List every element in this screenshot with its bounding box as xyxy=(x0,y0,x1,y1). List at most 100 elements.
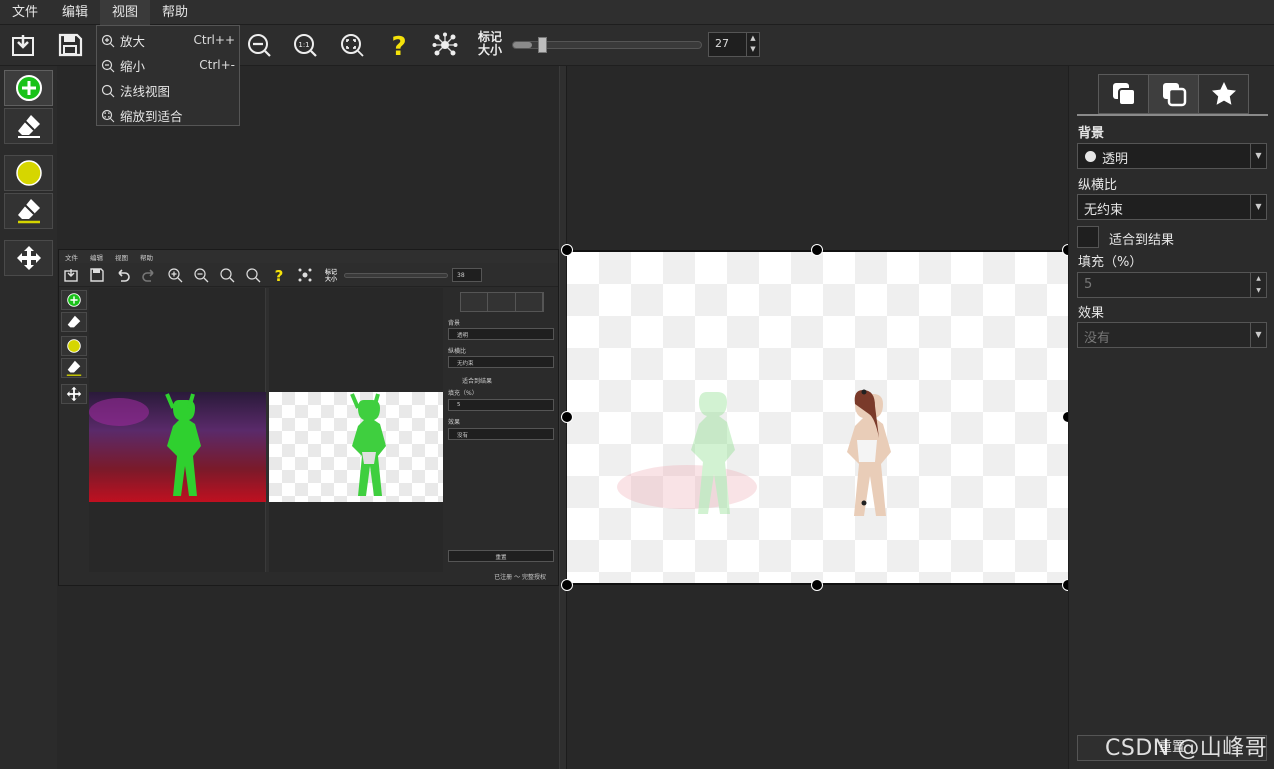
marker-size-spinbox[interactable]: 27 ▲ ▼ xyxy=(708,32,760,57)
chevron-down-icon[interactable]: ▼ xyxy=(1250,195,1266,219)
import-button[interactable] xyxy=(8,30,38,60)
background-select[interactable]: 透明 ▼ xyxy=(1077,143,1267,169)
erase-foreground-button[interactable] xyxy=(4,108,53,144)
move-button[interactable] xyxy=(4,240,53,276)
zoom-fit-icon xyxy=(341,34,364,57)
menu-item-label: 放大 xyxy=(120,34,146,49)
network-button[interactable] xyxy=(430,30,460,60)
menu-edit[interactable]: 编辑 xyxy=(50,0,100,25)
embedded-tool-bg xyxy=(61,336,87,356)
resize-handle-l[interactable] xyxy=(561,411,573,423)
menu-view[interactable]: 视图 xyxy=(100,0,151,25)
menu-item-zoom-out[interactable]: 缩小 Ctrl+- xyxy=(97,53,239,78)
menu-file[interactable]: 文件 xyxy=(0,0,50,25)
embedded-fill-label: 填充（%） xyxy=(448,390,478,397)
resize-handle-bl[interactable] xyxy=(561,579,573,591)
embedded-save-icon xyxy=(90,268,104,282)
spin-arrows[interactable]: ▲ ▼ xyxy=(1250,273,1266,297)
resize-handle-b[interactable] xyxy=(811,579,823,591)
embedded-effect-label: 效果 xyxy=(448,419,461,426)
resize-handle-tl[interactable] xyxy=(561,244,573,256)
embedded-fit-label: 适合到结果 xyxy=(462,378,493,385)
embedded-menu-view: 视图 xyxy=(115,253,128,262)
embedded-result-figure xyxy=(350,393,386,496)
marker-size-value: 27 xyxy=(715,37,729,50)
embedded-undo-icon xyxy=(118,269,130,282)
result-canvas[interactable] xyxy=(567,250,1068,585)
zoom-in-icon xyxy=(101,34,115,47)
marker-size-slider[interactable] xyxy=(512,37,702,53)
embedded-menu-help: 帮助 xyxy=(140,253,153,262)
help-button[interactable]: ? xyxy=(384,30,414,60)
embedded-zoom-actual-icon xyxy=(220,268,235,283)
properties-panel: 背景 透明 ▼ 纵横比 无约束 ▼ 适合到结果 填充（%） 5 ▲ ▼ 效果 没有… xyxy=(1068,66,1274,769)
embedded-redo-icon xyxy=(142,269,154,282)
effect-select[interactable]: 没有 ▼ xyxy=(1077,322,1267,348)
menu-item-zoom-fit[interactable]: 缩放到适合 xyxy=(97,103,239,128)
mark-foreground-button[interactable] xyxy=(4,70,53,106)
svg-text:?: ? xyxy=(275,267,284,283)
move-icon xyxy=(16,246,41,270)
fill-spinbox[interactable]: 5 ▲ ▼ xyxy=(1077,272,1267,298)
embedded-aspect-value: 无约束 xyxy=(448,356,554,368)
svg-text:1:1: 1:1 xyxy=(298,41,309,49)
spin-arrows[interactable]: ▲ ▼ xyxy=(746,33,759,56)
tab-layers[interactable] xyxy=(1099,75,1149,113)
embedded-green-marked-figure xyxy=(89,393,201,496)
marker-size-label: 标记 大小 xyxy=(478,30,503,57)
menu-item-zoom-in[interactable]: 放大 Ctrl++ xyxy=(97,28,239,53)
fill-value: 5 xyxy=(1084,277,1093,292)
aspect-select[interactable]: 无约束 ▼ xyxy=(1077,194,1267,220)
help-icon: ? xyxy=(391,32,406,58)
eraser-icon xyxy=(17,115,40,138)
fit-to-result-checkbox[interactable] xyxy=(1077,226,1099,248)
spin-up-icon[interactable]: ▲ xyxy=(747,33,759,44)
copy-layers-icon xyxy=(1112,83,1136,106)
embedded-bg-label: 背景 xyxy=(448,320,461,327)
copy-outline-icon xyxy=(1162,83,1186,107)
add-foreground-icon xyxy=(15,75,42,101)
menu-item-normal-view[interactable]: 法线视图 xyxy=(97,78,239,103)
left-tool-panel xyxy=(0,66,57,769)
embedded-properties: 背景 透明 纵横比 无约束 适合到结果 填充（%） 5 效果 没有 重置 xyxy=(444,288,558,585)
embedded-bg-icon xyxy=(67,339,81,353)
slider-thumb[interactable] xyxy=(538,37,547,53)
embedded-spinbox: 38 xyxy=(452,268,482,282)
embedded-add-icon xyxy=(67,293,81,307)
transparent-dot-icon xyxy=(1085,151,1096,162)
embedded-fill-value: 5 xyxy=(448,399,554,411)
tab-effects[interactable] xyxy=(1199,75,1248,113)
effect-value: 没有 xyxy=(1084,331,1111,346)
embedded-tabs xyxy=(460,292,544,312)
aspect-label: 纵横比 xyxy=(1078,178,1118,193)
embedded-move-icon xyxy=(66,386,82,402)
embedded-aspect-label: 纵横比 xyxy=(448,348,467,355)
save-button[interactable] xyxy=(55,30,85,60)
eraser-background-icon xyxy=(17,199,40,224)
mark-background-button[interactable] xyxy=(4,155,53,191)
embedded-menu-file: 文件 xyxy=(65,253,78,262)
menu-help[interactable]: 帮助 xyxy=(150,0,200,25)
zoom-fit-button[interactable] xyxy=(337,30,367,60)
erase-background-button[interactable] xyxy=(4,193,53,229)
embedded-zoom-fit-icon xyxy=(246,268,261,283)
chevron-down-icon[interactable]: ▼ xyxy=(1250,323,1266,347)
chevron-down-icon[interactable]: ▼ xyxy=(1250,144,1266,168)
menu-item-label: 缩小 xyxy=(120,59,146,74)
resize-handle-t[interactable] xyxy=(811,244,823,256)
embedded-zoom-out-icon xyxy=(194,268,209,283)
tab-outline[interactable] xyxy=(1149,75,1199,113)
spin-down-icon[interactable]: ▼ xyxy=(747,44,759,55)
menu-item-label: 缩放到适合 xyxy=(120,109,183,124)
zoom-out-button[interactable] xyxy=(244,30,274,60)
embedded-import-icon xyxy=(64,269,78,282)
svg-text:?: ? xyxy=(391,32,406,58)
zoom-actual-button[interactable]: 1:1 xyxy=(290,30,320,60)
watermark: CSDN @山峰哥 xyxy=(1105,736,1268,761)
zoom-fit-icon xyxy=(101,109,115,122)
result-preview-art xyxy=(617,389,891,516)
fit-to-result-label: 适合到结果 xyxy=(1109,233,1175,248)
zoom-out-icon xyxy=(248,34,271,57)
tab-underline xyxy=(1077,114,1268,116)
zoom-actual-icon xyxy=(101,84,115,97)
